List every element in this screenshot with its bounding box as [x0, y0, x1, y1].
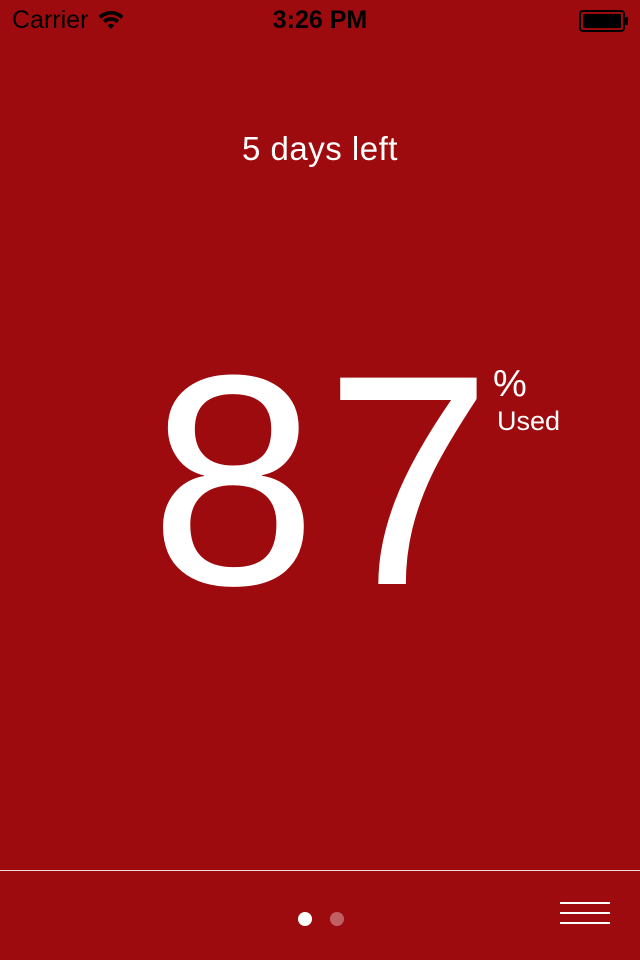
- status-time: 3:26 PM: [272, 6, 368, 34]
- usage-percent-value: 87: [150, 312, 500, 648]
- percent-symbol: %: [493, 363, 527, 405]
- page-dot-2[interactable]: [330, 912, 344, 926]
- days-left-label: 5 days left: [242, 130, 398, 167]
- page-dot-1[interactable]: [298, 912, 312, 926]
- menu-button[interactable]: [560, 900, 610, 926]
- bottom-divider: [0, 870, 640, 871]
- used-label: Used: [497, 406, 561, 436]
- status-bar: Carrier 3:26 PM: [0, 0, 640, 40]
- battery-full-icon: [579, 10, 628, 32]
